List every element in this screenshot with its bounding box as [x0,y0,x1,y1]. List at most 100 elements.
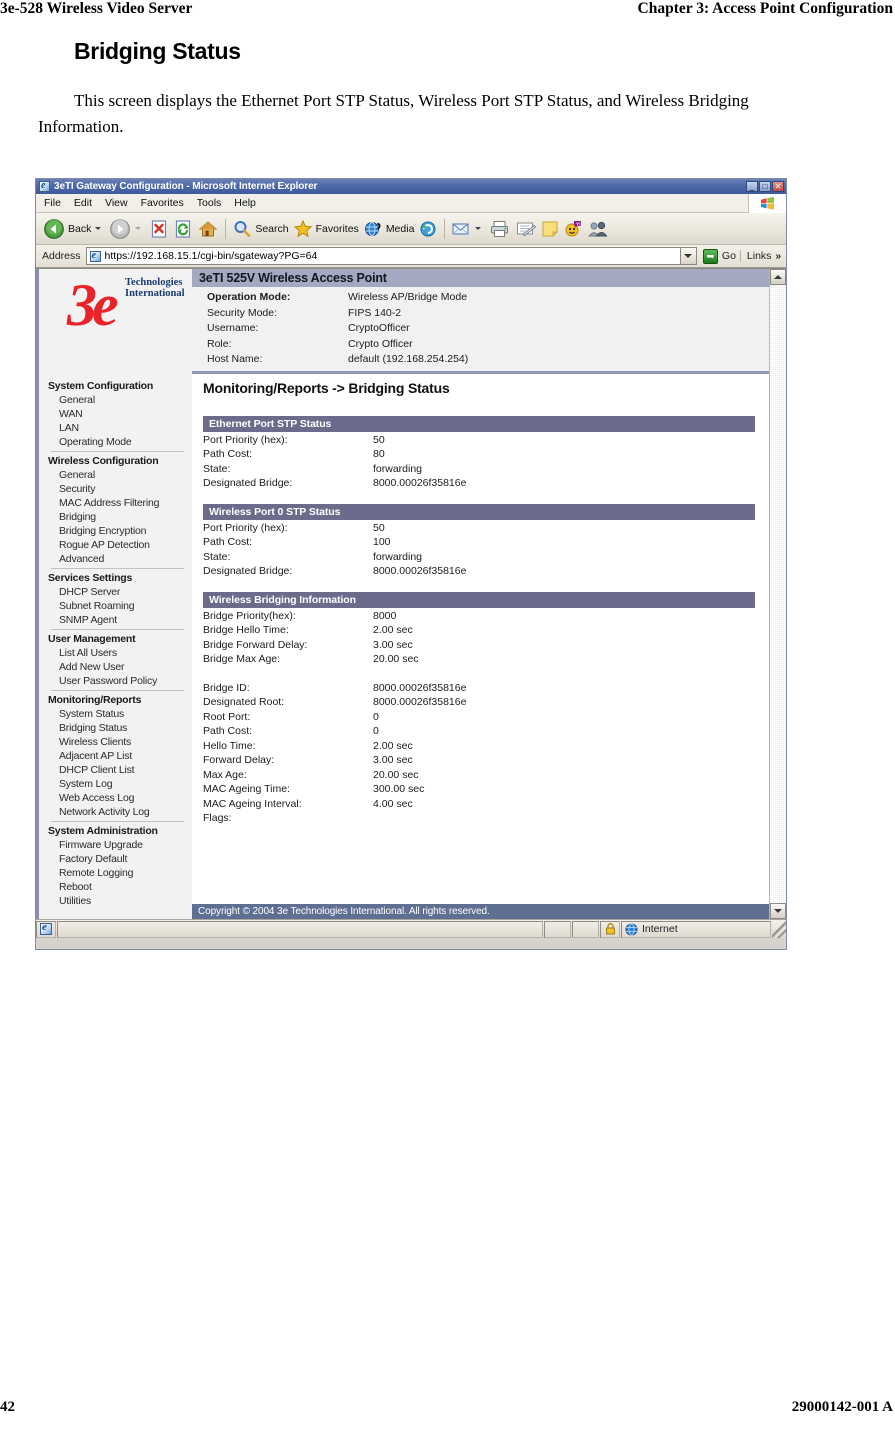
sidebar-item-dhcp-server[interactable]: DHCP Server [39,585,192,599]
resize-grip[interactable] [772,920,786,938]
sidebar-item-factory-default[interactable]: Factory Default [39,852,192,866]
messenger-button[interactable]: Y! [561,215,585,243]
sidebar-item-bridging[interactable]: Bridging [39,510,192,524]
sidebar-item-dhcp-client-list[interactable]: DHCP Client List [39,763,192,777]
document-number: 29000142-001 A [791,1399,893,1415]
sidebar-item-firmware-upgrade[interactable]: Firmware Upgrade [39,838,192,852]
status-row: Path Cost: 80 [203,447,755,462]
sidebar-item-general[interactable]: General [39,393,192,407]
panel-title: Wireless Port 0 STP Status [203,503,755,520]
history-button[interactable] [416,215,440,243]
search-button[interactable]: Search [230,215,290,243]
nav-list: System Configuration General WAN LAN Ope… [39,379,192,908]
print-button[interactable] [487,215,513,243]
status-row: State: forwarding [203,462,755,477]
media-globe-icon [364,221,381,236]
back-button[interactable]: Back [41,215,107,243]
refresh-button[interactable] [171,215,195,243]
mail-button[interactable] [449,215,487,243]
address-dropdown-button[interactable] [679,247,697,265]
sidebar-item-subnet-roaming[interactable]: Subnet Roaming [39,599,192,613]
edit-button[interactable] [513,215,539,243]
sidebar-item-add-new-user[interactable]: Add New User [39,660,192,674]
printer-icon [491,220,509,237]
sidebar-item-utilities[interactable]: Utilities [39,894,192,908]
panels-container: Ethernet Port STP Status Port Priority (… [192,396,769,839]
page-scrollbar[interactable] [769,269,786,919]
sidebar-item-bridging-status[interactable]: Bridging Status [39,721,192,735]
media-button[interactable]: Media [361,215,417,243]
scroll-down-button[interactable] [770,903,786,919]
statusbar-security-cell [600,920,620,938]
sidebar-item-mac-address-filtering[interactable]: MAC Address Filtering [39,496,192,510]
sidebar-item-wan[interactable]: WAN [39,407,192,421]
sidebar-navigation: 3e Technologies International System Con… [36,269,192,919]
menu-item-edit[interactable]: Edit [74,197,92,209]
messenger-icon: Y! [565,220,581,236]
sidebar-item-web-access-log[interactable]: Web Access Log [39,791,192,805]
favorites-button[interactable]: Favorites [291,215,361,243]
go-button[interactable]: Go [702,248,736,264]
device-header: 3eTI 525V Wireless Access Point Operatio… [192,269,769,374]
menu-item-favorites[interactable]: Favorites [141,197,184,209]
menu-item-tools[interactable]: Tools [197,197,222,209]
sidebar-item-list-all-users[interactable]: List All Users [39,646,192,660]
sidebar-item-system-status[interactable]: System Status [39,707,192,721]
links-button[interactable]: Links » [739,250,784,262]
sidebar-item-advanced[interactable]: Advanced [39,552,192,566]
sidebar-item-operating-mode[interactable]: Operating Mode [39,435,192,449]
status-key: Path Cost: [203,536,253,548]
sidebar-item-remote-logging[interactable]: Remote Logging [39,866,192,880]
status-row: Bridge ID: 8000.00026f35816e [203,681,755,696]
sidebar-item-rogue-ap-detection[interactable]: Rogue AP Detection [39,538,192,552]
status-row: Bridge Hello Time: 2.00 sec [203,623,755,638]
menu-item-help[interactable]: Help [234,197,256,209]
status-row: Forward Delay: 3.00 sec [203,753,755,768]
sidebar-item-reboot[interactable]: Reboot [39,880,192,894]
sidebar-item-user-password-policy[interactable]: User Password Policy [39,674,192,688]
windows-flag-icon [761,197,774,210]
device-info-list: Operation Mode: Wireless AP/Bridge Mode … [192,287,769,371]
nav-group-wireless-configuration: Wireless Configuration [48,455,159,467]
minimize-icon[interactable]: _ [746,181,758,192]
home-button[interactable] [195,215,221,243]
status-value [373,667,755,681]
forward-dropdown-icon[interactable] [135,227,142,230]
device-info-value: CryptoOfficer [348,322,410,334]
sidebar-item-lan[interactable]: LAN [39,421,192,435]
nav-group-user-management: User Management [48,633,136,645]
status-key: Forward Delay: [203,754,275,766]
sidebar-item-security[interactable]: Security [39,482,192,496]
status-key: Port Priority (hex): [203,521,288,534]
status-key: Max Age: [203,768,247,781]
sidebar-item-adjacent-ap-list[interactable]: Adjacent AP List [39,749,192,763]
menu-item-view[interactable]: View [105,197,128,209]
window-title: 3eTI Gateway Configuration - Microsoft I… [54,181,318,192]
sidebar-item-bridging-encryption[interactable]: Bridging Encryption [39,524,192,538]
go-arrow-icon [702,248,718,264]
status-value: 0 [373,725,379,737]
windows-flag-button[interactable] [748,194,786,213]
menu-item-file[interactable]: File [44,197,61,209]
mail-dropdown-icon[interactable] [475,227,482,230]
close-icon[interactable]: ✕ [772,181,784,192]
forward-button[interactable] [107,215,147,243]
sidebar-item-wireless-clients[interactable]: Wireless Clients [39,735,192,749]
sidebar-item-wireless-general[interactable]: General [39,468,192,482]
address-input[interactable]: https://192.168.15.1/cgi-bin/sgateway?PG… [85,247,680,265]
sidebar-item-snmp-agent[interactable]: SNMP Agent [39,613,192,627]
sidebar-item-system-log[interactable]: System Log [39,777,192,791]
toolbar-separator-2 [444,218,446,239]
sidebar-item-network-activity-log[interactable]: Network Activity Log [39,805,192,819]
discuss-button[interactable] [585,215,611,243]
device-info-key: Security Mode: [207,306,278,319]
notes-button[interactable] [539,215,561,243]
stop-button[interactable] [147,215,171,243]
scroll-up-button[interactable] [770,269,786,285]
maximize-icon[interactable]: □ [759,181,771,192]
back-dropdown-icon[interactable] [95,227,102,230]
document-running-foot: 42 29000142-001 A [0,1399,895,1419]
nav-group-system-administration: System Administration [48,825,158,837]
status-row: MAC Ageing Time: 300.00 sec [203,782,755,797]
statusbar-message-cell [57,920,543,938]
